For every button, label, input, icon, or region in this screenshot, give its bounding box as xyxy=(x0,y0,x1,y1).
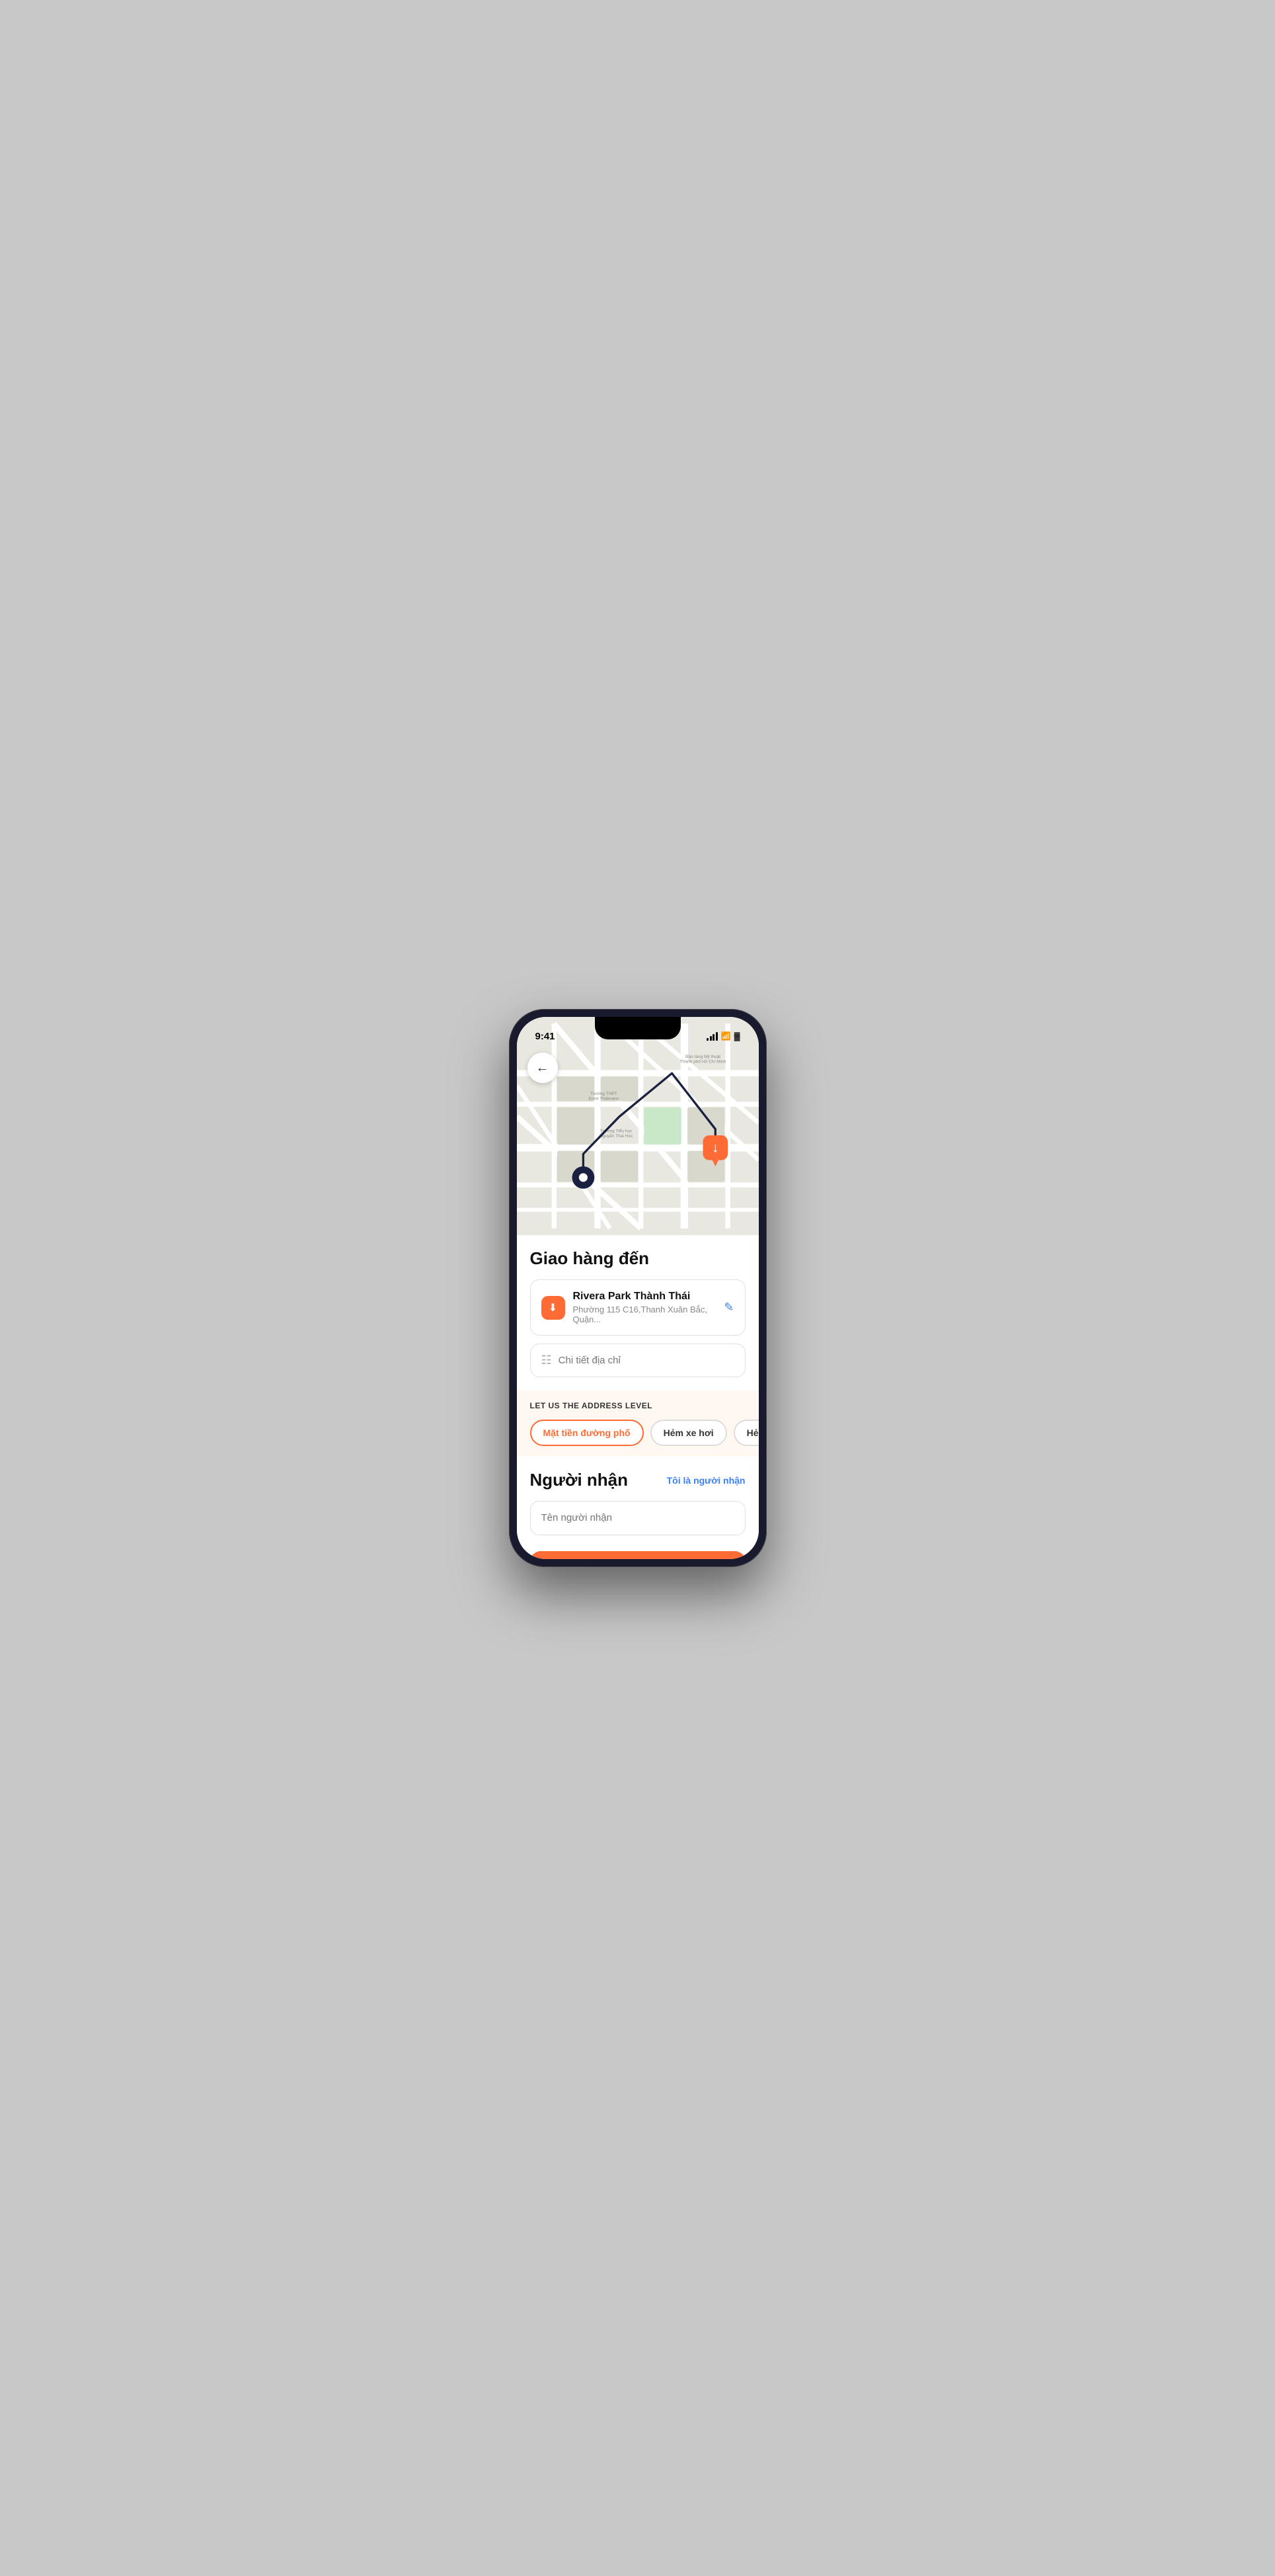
content-scroll[interactable]: Giao hàng đến ⬇ Rivera Park Thành Thái P… xyxy=(517,1235,759,1559)
location-down-icon: ⬇ xyxy=(549,1301,557,1314)
address-text: Rivera Park Thành Thái Phường 115 C16,Th… xyxy=(573,1291,716,1324)
level-option-1[interactable]: Hẻm xe hơi xyxy=(650,1420,727,1446)
confirm-button[interactable]: Confirm xyxy=(530,1551,746,1559)
delivery-section: Giao hàng đến ⬇ Rivera Park Thành Thái P… xyxy=(517,1235,759,1377)
address-name: Rivera Park Thành Thái xyxy=(573,1291,716,1303)
svg-text:↓: ↓ xyxy=(712,1140,718,1155)
detail-input-wrap[interactable]: ☷ xyxy=(530,1344,746,1377)
back-arrow-icon: ← xyxy=(536,1061,549,1076)
phone-frame: 9:41 📶 ▓ xyxy=(509,1009,767,1567)
back-button[interactable]: ← xyxy=(527,1053,558,1083)
recipient-section: Người nhận Tôi là người nhận xyxy=(517,1457,759,1543)
edit-icon[interactable]: ✎ xyxy=(724,1301,734,1314)
status-icons: 📶 ▓ xyxy=(707,1031,740,1041)
address-icon-wrap: ⬇ xyxy=(541,1296,565,1320)
address-sub: Phường 115 C16,Thanh Xuân Bắc, Quận... xyxy=(573,1305,716,1324)
map-section: Trường THPT Ernst Thälmann Trường Tiểu h… xyxy=(517,1017,759,1235)
wifi-icon: 📶 xyxy=(721,1031,731,1041)
svg-text:Ernst Thälmann: Ernst Thälmann xyxy=(588,1097,619,1102)
phone-screen: 9:41 📶 ▓ xyxy=(517,1017,759,1559)
detail-input[interactable] xyxy=(559,1355,734,1366)
level-option-0[interactable]: Mặt tiền đường phố xyxy=(530,1420,644,1446)
recipient-name-input[interactable] xyxy=(541,1512,734,1523)
delivery-title: Giao hàng đến xyxy=(530,1248,746,1269)
recipient-self-link[interactable]: Tôi là người nhận xyxy=(667,1475,746,1486)
recipient-title: Người nhận xyxy=(530,1470,629,1490)
svg-text:Trường THPT: Trường THPT xyxy=(590,1092,617,1096)
svg-text:Bảo tàng Mỹ thuật: Bảo tàng Mỹ thuật xyxy=(685,1055,720,1059)
recipient-header: Người nhận Tôi là người nhận xyxy=(530,1470,746,1490)
recipient-input-wrap[interactable] xyxy=(530,1501,746,1535)
level-option-2[interactable]: Hẻm xe hơi xyxy=(734,1420,759,1446)
level-option-label-1: Hẻm xe hơi xyxy=(664,1428,714,1438)
battery-icon: ▓ xyxy=(734,1031,740,1041)
address-card: ⬇ Rivera Park Thành Thái Phường 115 C16,… xyxy=(530,1279,746,1336)
map-svg: Trường THPT Ernst Thälmann Trường Tiểu h… xyxy=(517,1017,759,1235)
confirm-section: Confirm xyxy=(517,1543,759,1559)
address-level-section: LET US THE ADDRESS LEVEL Mặt tiền đường … xyxy=(517,1390,759,1457)
detail-input-icon: ☷ xyxy=(541,1353,552,1367)
svg-text:Thành phố Hồ Chí Minh: Thành phố Hồ Chí Minh xyxy=(679,1058,726,1064)
address-level-title: LET US THE ADDRESS LEVEL xyxy=(530,1401,746,1410)
address-level-options: Mặt tiền đường phố Hẻm xe hơi Hẻm xe hơi xyxy=(530,1420,746,1446)
status-time: 9:41 xyxy=(535,1031,555,1042)
notch xyxy=(595,1017,681,1039)
level-option-label-2: Hẻm xe hơi xyxy=(747,1428,759,1438)
level-option-label-0: Mặt tiền đường phố xyxy=(543,1428,631,1438)
signal-icon xyxy=(707,1032,718,1041)
